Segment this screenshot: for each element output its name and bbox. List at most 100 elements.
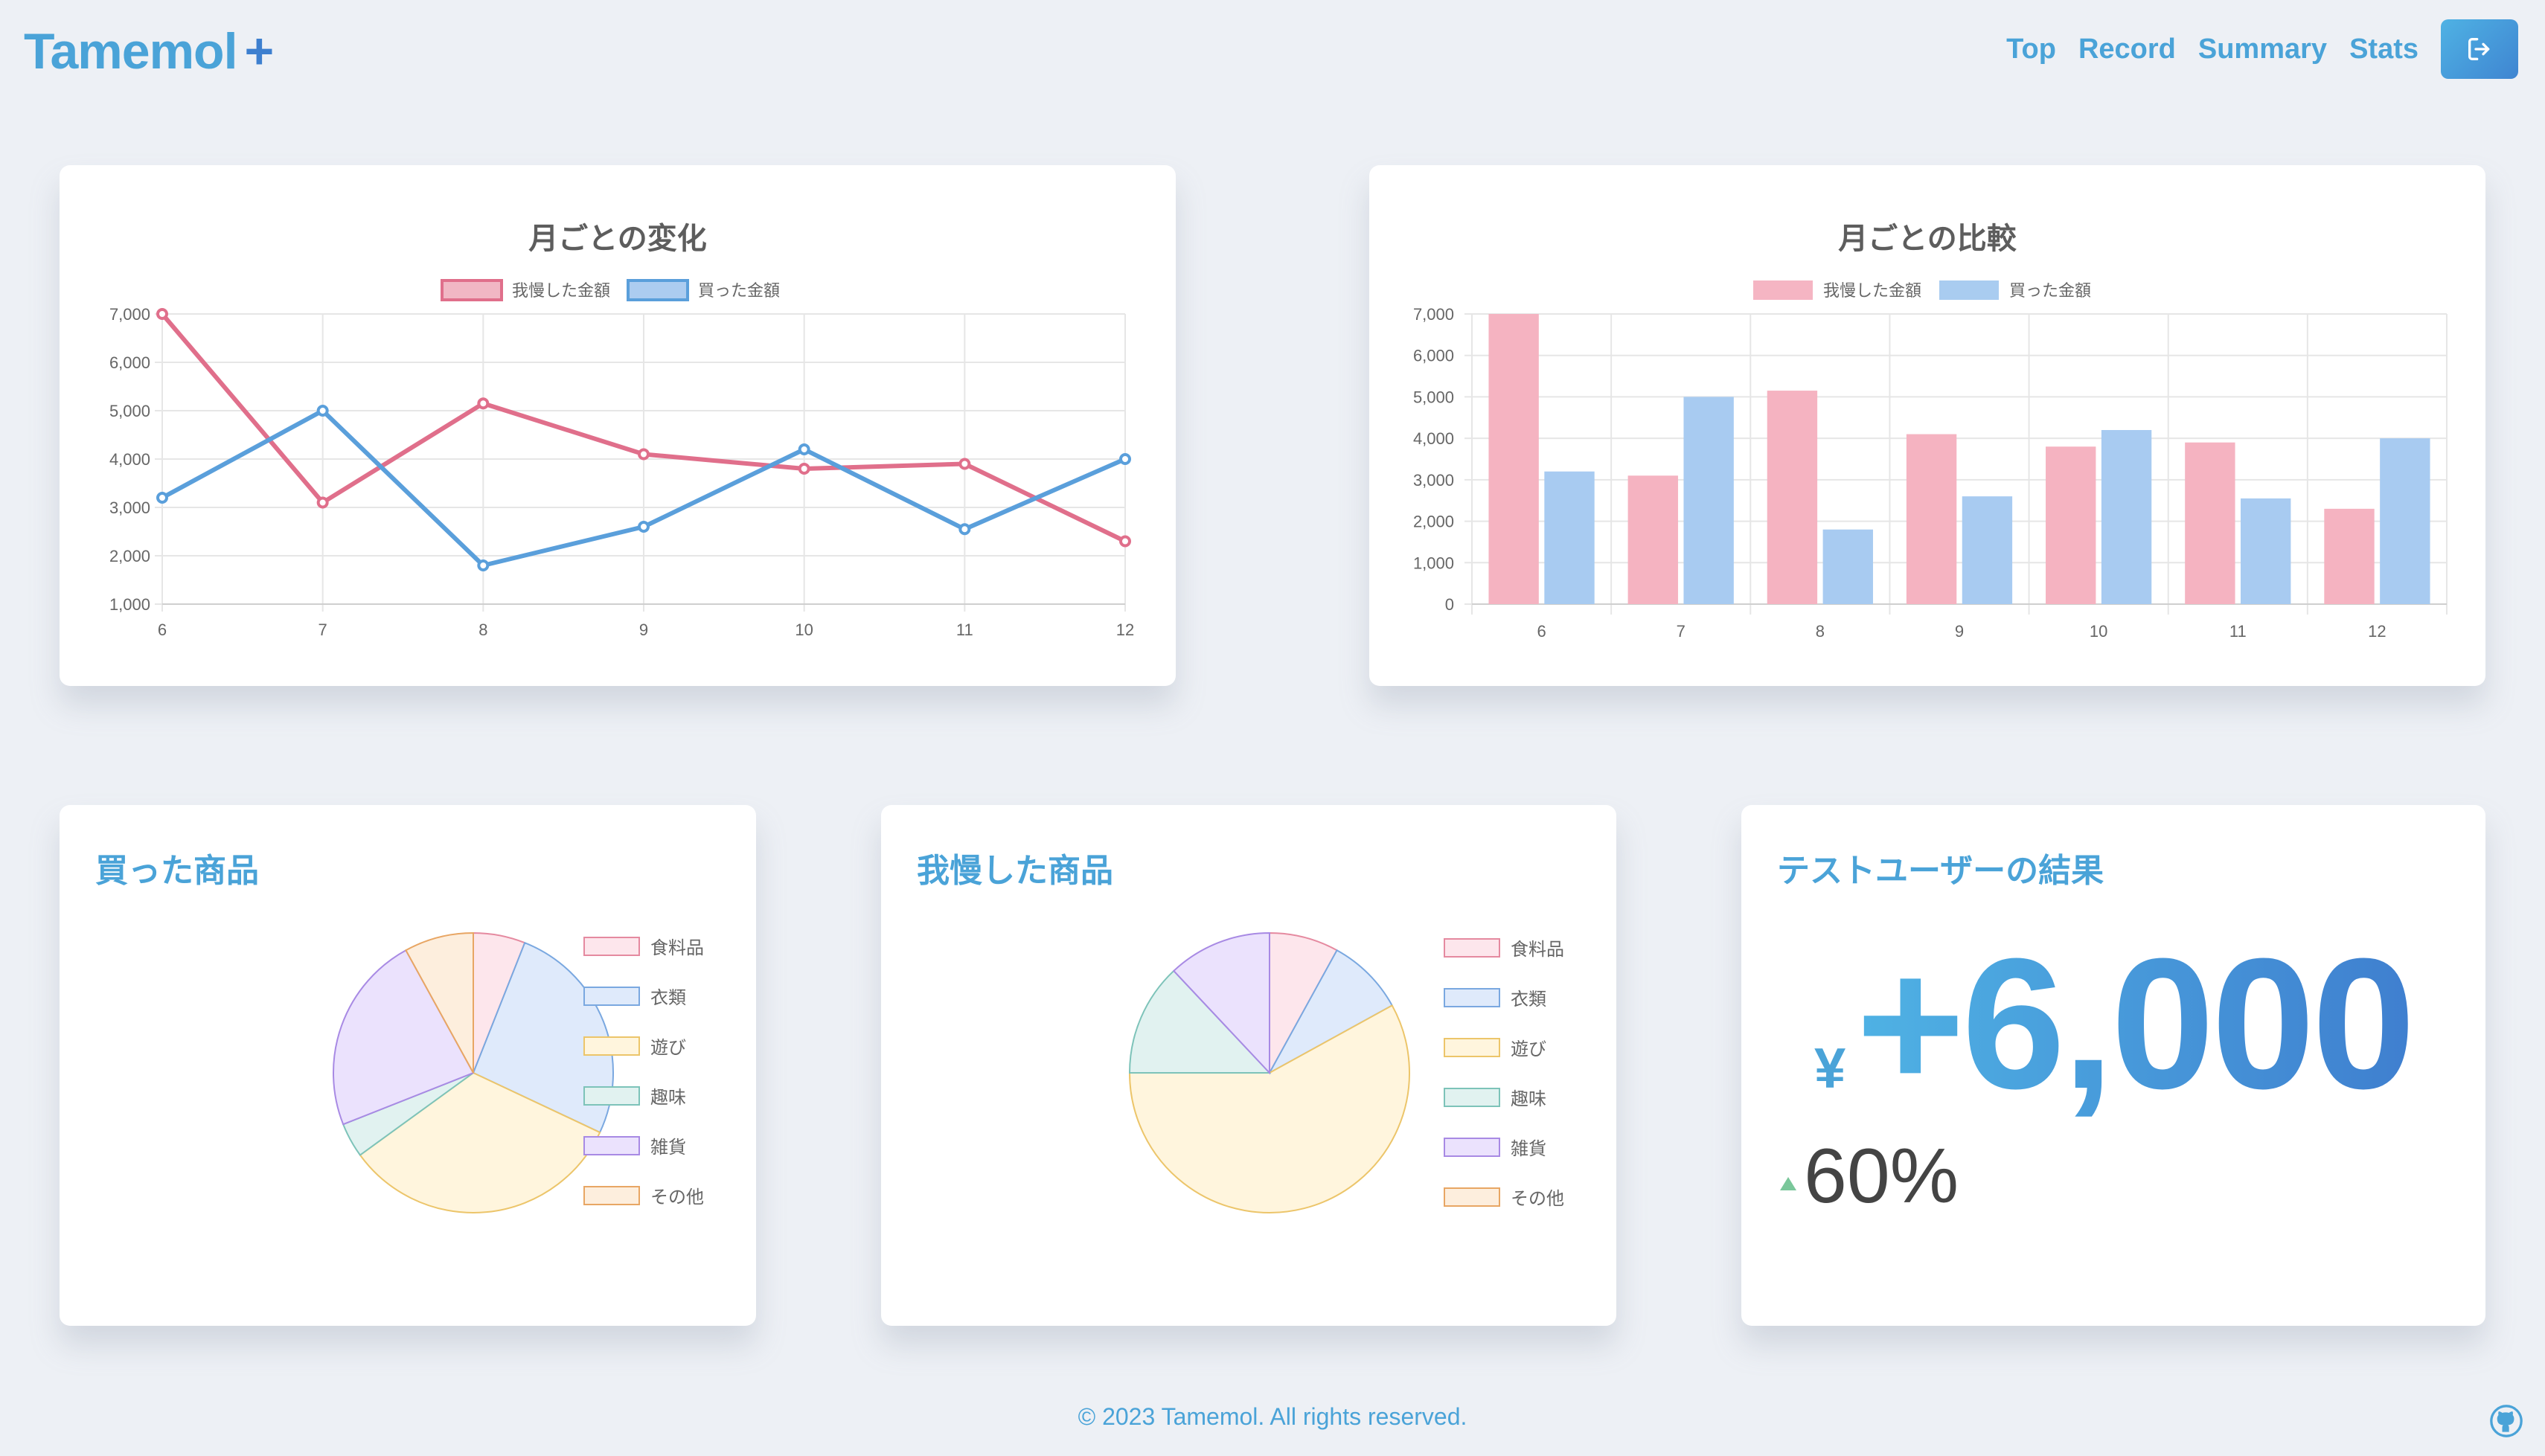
legend-label: 趣味 — [650, 1088, 686, 1108]
legend-label: 遊び — [650, 1038, 686, 1058]
data-point — [638, 521, 650, 533]
legend-label: 買った金額 — [698, 281, 780, 300]
y-tick-label: 4,000 — [1413, 429, 1454, 448]
y-tick-label: 1,000 — [109, 595, 150, 614]
bar — [2101, 430, 2152, 604]
legend-item-hobby[interactable]: 趣味 — [1444, 1084, 1564, 1110]
monthly-compare-card: 月ごとの比較 我慢した金額 買った金額 0 1,000 2,000 3,000 4,000 5… — [1369, 165, 2485, 686]
legend-label: 我慢した金額 — [512, 281, 610, 300]
legend-item-goods[interactable]: 雑貨 — [583, 1132, 704, 1158]
legend-swatch — [583, 1135, 640, 1155]
data-point — [798, 443, 810, 455]
logout-icon — [2468, 38, 2490, 61]
monthly-compare-chart: 我慢した金額 買った金額 0 1,000 2,000 3,000 4,000 5,000 6,0… — [1413, 280, 2448, 641]
legend-label: 雑貨 — [1511, 1139, 1546, 1159]
app-logo[interactable]: Tamemol + — [24, 22, 274, 80]
y-tick-label: 5,000 — [1413, 388, 1454, 406]
monthly-change-chart: 我慢した金額 買った金額 1,000 2,000 3,000 4,000 5,000 6,00… — [109, 279, 1134, 639]
monthly-change-card: 月ごとの変化 我慢した金額 買った金額 1,000 2,000 3,000 4,000 5,… — [60, 165, 1176, 686]
data-point — [958, 523, 971, 536]
bar — [2324, 508, 2375, 604]
x-tick-label: 8 — [478, 620, 487, 639]
legend-label: 食料品 — [1511, 940, 1564, 960]
y-tick-label: 5,000 — [109, 402, 150, 420]
endured-items-card: 我慢した商品 食料品 衣類 遊び 趣味 雑貨 その他 — [881, 805, 1616, 1326]
bar — [1962, 496, 2013, 604]
data-point — [156, 492, 168, 504]
legend-item-food[interactable]: 食料品 — [583, 933, 704, 959]
y-tick-label: 4,000 — [109, 450, 150, 469]
bought-items-pie — [333, 931, 614, 1213]
nav-record[interactable]: Record — [2078, 33, 2176, 65]
legend-label: その他 — [1511, 1189, 1564, 1209]
legend-swatch — [441, 279, 503, 301]
endured-items-pie — [1128, 931, 1410, 1213]
bar — [1683, 397, 1734, 604]
amount-value: +6,000 — [1856, 920, 2416, 1127]
y-tick-label: 7,000 — [109, 305, 150, 324]
legend-swatch — [583, 936, 640, 956]
legend-label: 衣類 — [1511, 990, 1546, 1010]
legend-swatch — [583, 986, 640, 1006]
legend-swatch — [1444, 937, 1500, 958]
bar — [2185, 442, 2235, 604]
data-point — [1119, 453, 1131, 465]
legend-swatch — [583, 1036, 640, 1056]
x-tick-label: 12 — [1116, 620, 1134, 639]
nav-summary[interactable]: Summary — [2198, 33, 2327, 65]
x-tick-label: 6 — [158, 620, 167, 639]
x-tick-label: 11 — [956, 620, 973, 639]
result-card: テストユーザーの結果 ¥+6,000 60% — [1741, 805, 2485, 1326]
legend-label: 我慢した金額 — [1823, 281, 1921, 300]
legend-swatch — [627, 279, 690, 301]
top-nav: Top Record Summary Stats — [2006, 19, 2518, 79]
bar — [2046, 446, 2096, 604]
x-tick-label: 9 — [639, 620, 648, 639]
legend-item-play[interactable]: 遊び — [583, 1033, 704, 1059]
x-tick-label: 11 — [2229, 622, 2247, 641]
data-point — [156, 308, 168, 320]
change-percent: 60% — [1804, 1133, 1959, 1219]
footer-copyright: © 2023 Tamemol. All rights reserved. — [1078, 1403, 1467, 1430]
legend-item-other[interactable]: その他 — [583, 1182, 704, 1208]
data-point — [958, 458, 971, 470]
legend-item-hobby[interactable]: 趣味 — [583, 1083, 704, 1109]
nav-top[interactable]: Top — [2006, 33, 2056, 65]
legend-item-food[interactable]: 食料品 — [1444, 934, 1564, 960]
legend-swatch — [1444, 1187, 1500, 1207]
bar — [1906, 434, 1957, 604]
data-point — [316, 405, 329, 417]
x-tick-label: 6 — [1537, 622, 1546, 641]
legend-label: 雑貨 — [650, 1138, 686, 1158]
y-tick-label: 2,000 — [1413, 513, 1454, 531]
legend-item-clothes[interactable]: 衣類 — [1444, 984, 1564, 1010]
x-tick-label: 7 — [318, 620, 327, 639]
currency-symbol: ¥ — [1814, 1037, 1846, 1100]
github-icon[interactable] — [2490, 1405, 2523, 1437]
logout-button[interactable] — [2441, 19, 2518, 79]
legend-item-play[interactable]: 遊び — [1444, 1034, 1564, 1060]
brand-name: Tamemol — [24, 23, 237, 80]
legend-label: 趣味 — [1511, 1089, 1546, 1109]
legend-item-goods[interactable]: 雑貨 — [1444, 1134, 1564, 1160]
legend-item-other[interactable]: その他 — [1444, 1184, 1564, 1210]
legend-label: 遊び — [1511, 1039, 1546, 1059]
endured-items-legend: 食料品 衣類 遊び 趣味 雑貨 その他 — [1444, 934, 1564, 1234]
bought-items-legend: 食料品 衣類 遊び 趣味 雑貨 その他 — [583, 933, 704, 1232]
data-point — [477, 559, 490, 571]
legend-label: 食料品 — [650, 938, 704, 958]
bar — [1767, 391, 1818, 604]
bar — [2241, 498, 2291, 604]
change-row: 60% — [1779, 1132, 1959, 1221]
nav-stats[interactable]: Stats — [2349, 33, 2418, 65]
legend-label: その他 — [650, 1187, 704, 1208]
x-tick-label: 10 — [795, 620, 813, 639]
brand-plus: + — [244, 23, 274, 80]
data-point — [316, 496, 329, 509]
bought-items-title: 買った商品 — [95, 853, 259, 889]
y-tick-label: 3,000 — [1413, 471, 1454, 490]
x-tick-label: 7 — [1677, 622, 1686, 641]
x-tick-label: 9 — [1955, 622, 1964, 641]
legend-item-clothes[interactable]: 衣類 — [583, 983, 704, 1009]
bar — [2380, 438, 2430, 604]
